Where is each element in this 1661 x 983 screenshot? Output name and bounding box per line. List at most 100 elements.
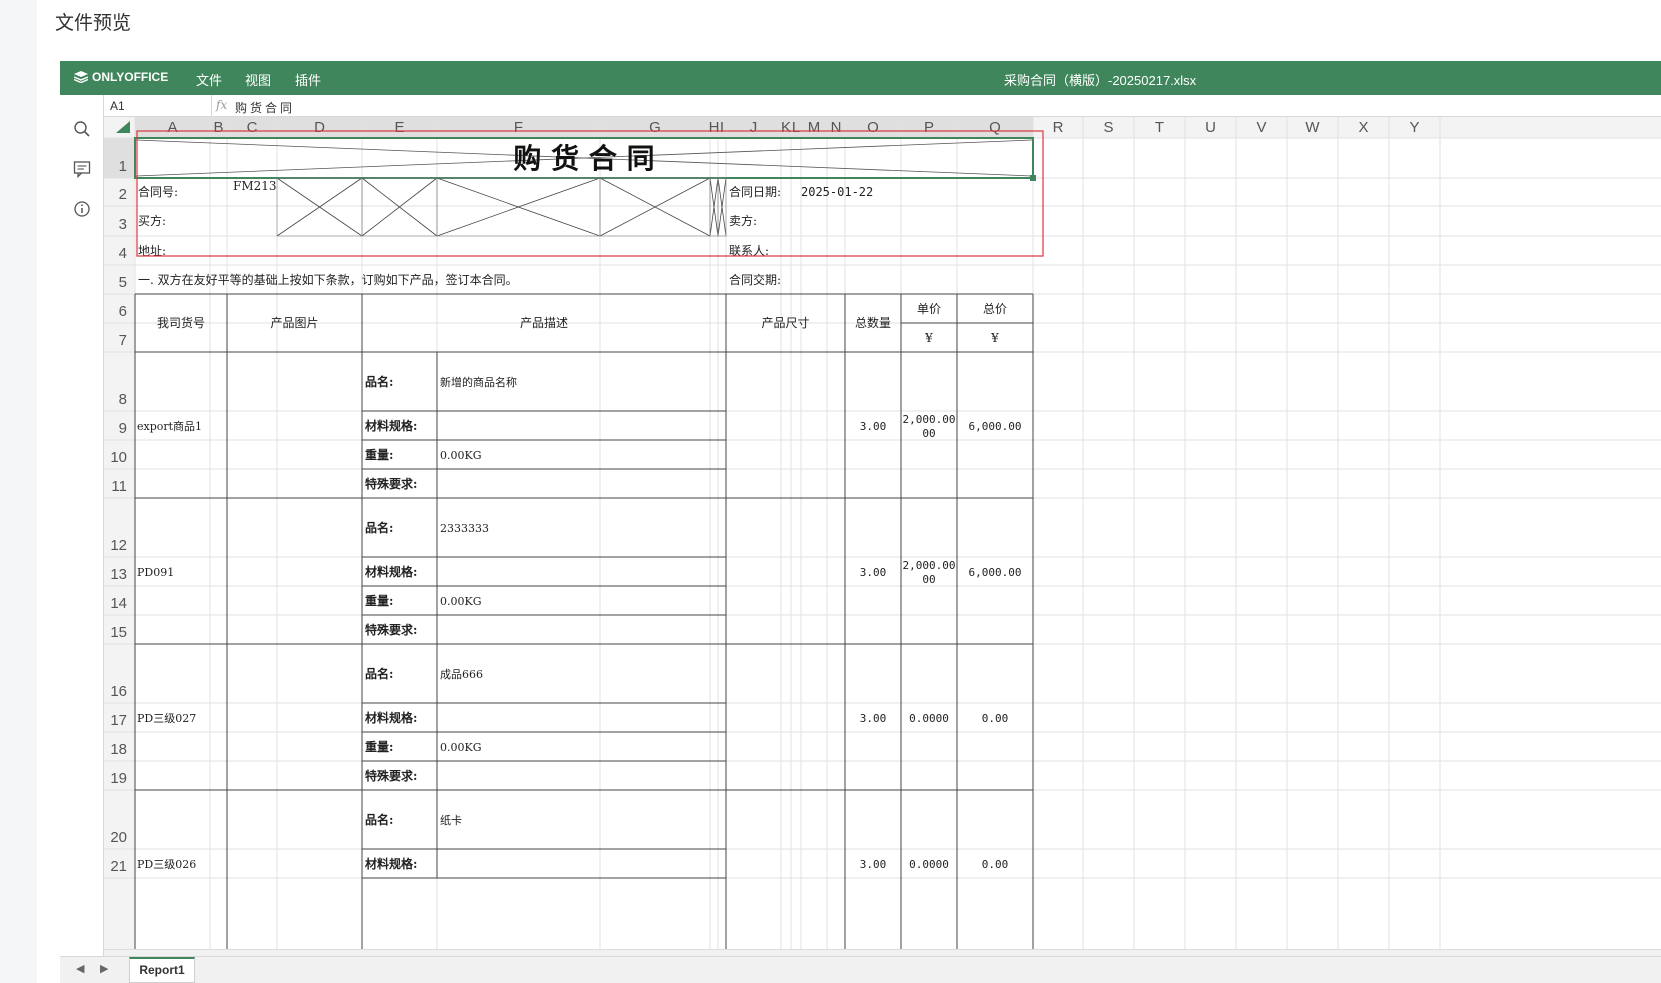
- item-unit-price: 2,000.00: [903, 559, 956, 572]
- item-code: PD091: [137, 566, 174, 579]
- row-header-19: 19: [110, 770, 127, 787]
- column-header-D: D: [314, 119, 325, 136]
- field-value: 新增的商品名称: [440, 375, 517, 389]
- comment-icon[interactable]: [72, 159, 92, 179]
- sheet-tab-report1[interactable]: Report1: [129, 957, 195, 983]
- row-header-16: 16: [110, 683, 127, 700]
- field-value: 0.00KG: [440, 449, 482, 462]
- item-code: export商品1: [137, 419, 202, 433]
- column-header-U: U: [1205, 119, 1216, 136]
- field-label: 品名:: [365, 374, 393, 389]
- field-label: 材料规格:: [364, 856, 417, 871]
- row-header-14: 14: [110, 595, 127, 612]
- formula-bar: A1 fx 购货合同: [104, 95, 1661, 117]
- spreadsheet-grid[interactable]: A B C D E F G H I J K L M N O P Q R S T U V W X Y 1 2 3 4 5 6 7 8 9 10 11 12…: [104, 117, 1661, 949]
- row-header-2: 2: [119, 186, 127, 203]
- column-header-C: C: [247, 119, 258, 136]
- field-value: 纸卡: [440, 814, 462, 827]
- delivery-label: 合同交期:: [729, 272, 781, 287]
- next-sheet-icon[interactable]: ▶: [100, 962, 108, 975]
- row-header-17: 17: [110, 712, 127, 729]
- column-header-I: I: [720, 119, 724, 136]
- fx-icon[interactable]: fx: [216, 98, 227, 112]
- prev-sheet-icon[interactable]: ◀: [76, 962, 84, 975]
- field-label: 重量:: [365, 739, 393, 754]
- column-header-R: R: [1053, 119, 1064, 136]
- formula-input[interactable]: 购货合同: [235, 99, 295, 116]
- header-size: 产品尺寸: [761, 316, 809, 330]
- contract-title: 购 货 合 同: [513, 142, 654, 175]
- contract-no-value: FM213: [233, 179, 277, 193]
- field-label: 品名:: [365, 812, 393, 827]
- field-label: 品名:: [365, 520, 393, 535]
- column-header-V: V: [1256, 119, 1266, 136]
- field-value: 0.00KG: [440, 595, 482, 608]
- row-header-10: 10: [110, 449, 127, 466]
- item-total-price: 6,000.00: [969, 420, 1022, 433]
- contract-no-label: 合同号:: [138, 184, 178, 199]
- field-label: 特殊要求:: [365, 622, 417, 637]
- item-total-price: 0.00: [982, 712, 1009, 725]
- item-code: PD三级027: [137, 712, 196, 725]
- info-icon[interactable]: [72, 199, 92, 219]
- header-total-price: 总价: [983, 302, 1007, 316]
- row-header-12: 12: [110, 537, 127, 554]
- field-label: 重量:: [365, 593, 393, 608]
- column-header-A: A: [167, 119, 177, 136]
- column-header-K: K: [781, 119, 791, 136]
- column-header-Q: Q: [989, 119, 1001, 136]
- header-image: 产品图片: [270, 316, 318, 330]
- item-qty: 3.00: [860, 566, 887, 579]
- sheet-tab-bar: ◀ ▶ Report1: [60, 956, 1661, 983]
- column-header-S: S: [1103, 119, 1113, 136]
- row-header-4: 4: [119, 245, 127, 262]
- field-label: 材料规格:: [364, 564, 417, 579]
- item-total-price: 6,000.00: [969, 566, 1022, 579]
- column-header-P: P: [924, 119, 934, 136]
- item-unit-price: 0.0000: [909, 858, 949, 871]
- column-header-L: L: [792, 119, 800, 136]
- field-label: 品名:: [365, 666, 393, 681]
- item-qty: 3.00: [860, 858, 887, 871]
- field-label: 特殊要求:: [365, 476, 417, 491]
- column-header-E: E: [394, 119, 404, 136]
- left-panel: [60, 95, 104, 983]
- column-header-O: O: [867, 119, 879, 136]
- column-header-F: F: [514, 119, 523, 136]
- buyer-label: 买方:: [138, 213, 166, 228]
- column-header-B: B: [213, 119, 223, 136]
- row-header-1: 1: [119, 158, 127, 175]
- row-header-11: 11: [111, 478, 127, 495]
- column-header-Y: Y: [1409, 119, 1419, 136]
- horizontal-scrollbar[interactable]: [104, 949, 1661, 956]
- row-header-8: 8: [119, 391, 127, 408]
- column-header-H: H: [709, 119, 720, 136]
- header-code: 我司货号: [157, 315, 205, 330]
- header-qty: 总数量: [855, 315, 891, 330]
- search-icon[interactable]: [72, 119, 92, 139]
- field-label: 材料规格:: [364, 710, 417, 725]
- onlyoffice-frame: ONLYOFFICE 文件 视图 插件 采购合同（横版）-20250217.xl…: [60, 61, 1661, 983]
- header-desc: 产品描述: [520, 316, 568, 330]
- row-header-18: 18: [110, 741, 127, 758]
- selected-column-headers: [135, 117, 1033, 138]
- onlyoffice-logo[interactable]: ONLYOFFICE: [74, 70, 168, 84]
- editor-header: ONLYOFFICE 文件 视图 插件 采购合同（横版）-20250217.xl…: [60, 61, 1661, 95]
- item-total-price: 0.00: [982, 858, 1009, 871]
- layers-icon: [74, 71, 88, 83]
- menu-view[interactable]: 视图: [245, 70, 271, 89]
- fill-handle[interactable]: [1030, 175, 1036, 181]
- item-code: PD三级026: [137, 858, 196, 871]
- field-value: 2333333: [440, 522, 489, 535]
- menu-plugins[interactable]: 插件: [295, 70, 321, 89]
- header-currency-total: ¥: [990, 331, 999, 345]
- item-unit-price-wrap: 00: [922, 427, 935, 440]
- cell-reference-box[interactable]: A1: [104, 95, 212, 117]
- menu-file[interactable]: 文件: [196, 70, 222, 89]
- sheet-canvas[interactable]: A B C D E F G H I J K L M N O P Q R S T U V W X Y123456789101112…: [104, 117, 1661, 949]
- item-unit-price-wrap: 00: [922, 573, 935, 586]
- field-label: 特殊要求:: [365, 768, 417, 783]
- seller-label: 卖方:: [729, 213, 757, 228]
- document-title: 采购合同（横版）-20250217.xlsx: [1004, 73, 1197, 88]
- item-unit-price: 0.0000: [909, 712, 949, 725]
